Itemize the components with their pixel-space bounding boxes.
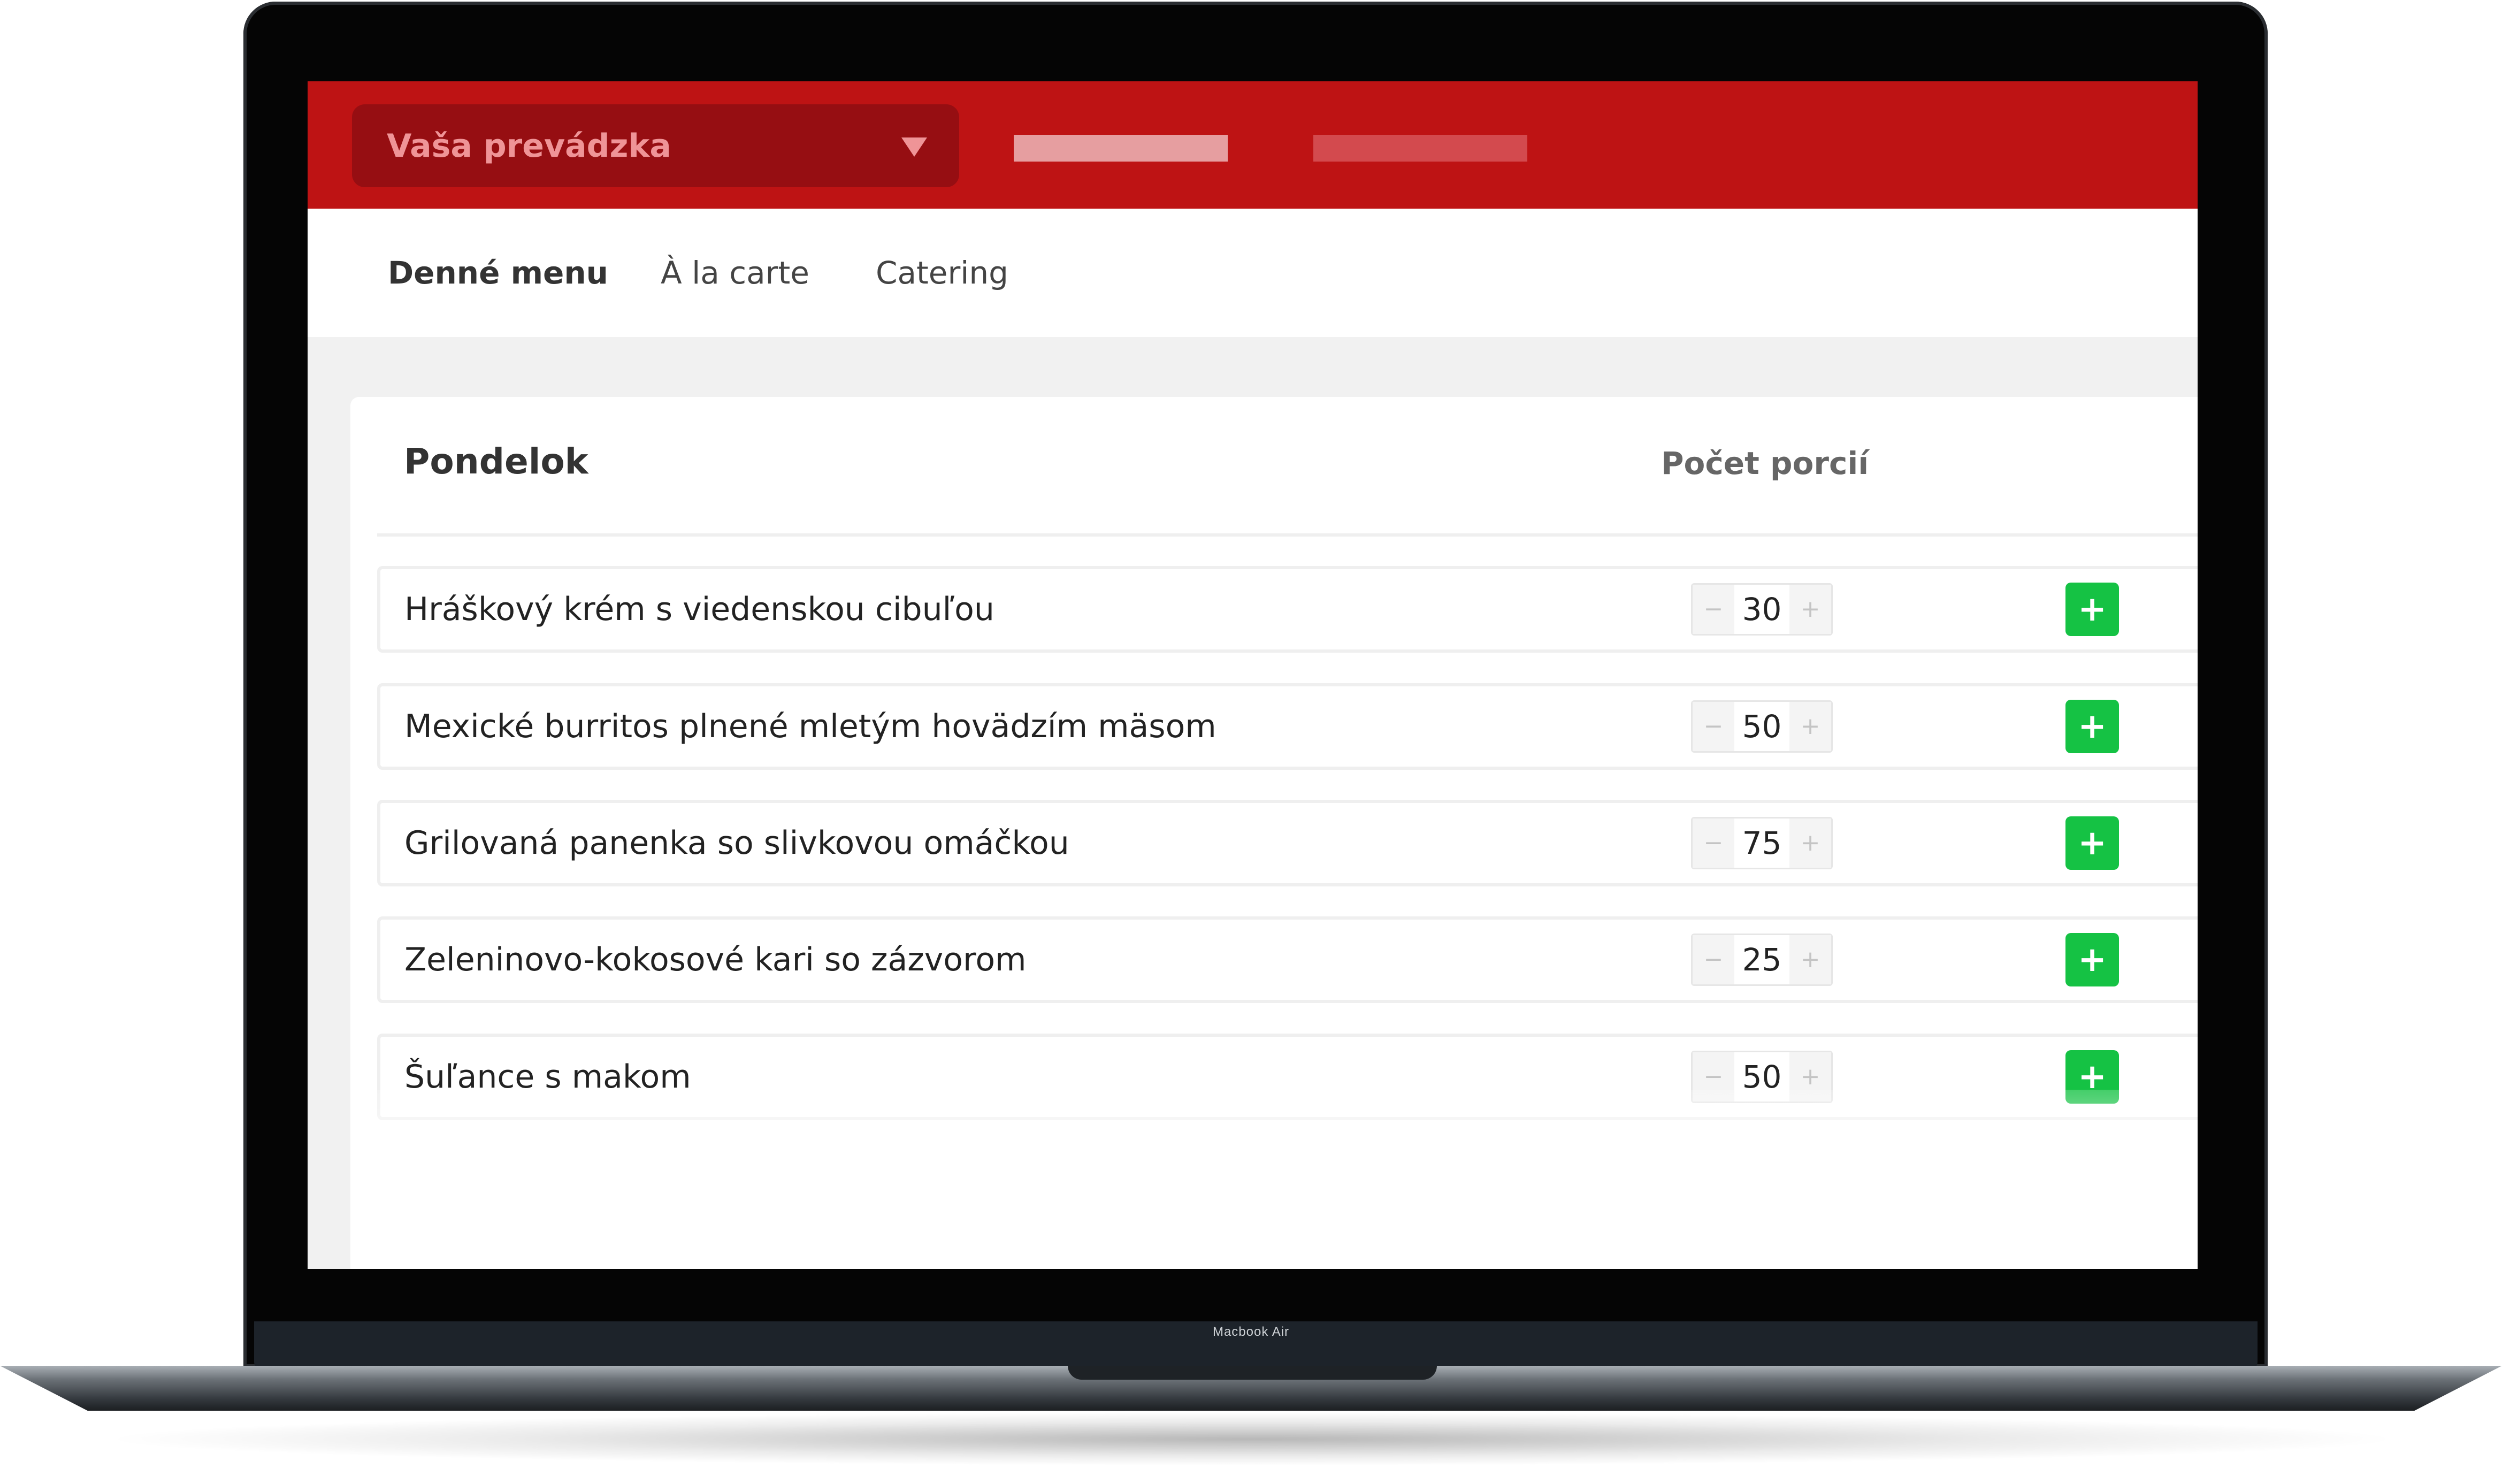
nav-placeholder-2[interactable] [1313,135,1527,162]
menu-item-row: Šuľance s makom − 50 + + [377,1034,2198,1120]
add-item-button[interactable]: + [2065,933,2119,986]
portion-count[interactable]: 50 [1734,1052,1789,1101]
venue-select[interactable]: Vaša prevádzka [352,104,959,187]
menu-item-name: Zeleninovo-kokosové kari so zázvorom [404,941,1027,978]
menu-item-row: Mexické burritos plnené mletým hovädzím … [377,683,2198,770]
app-screen: Vaša prevádzka Denné menu À la carte Cat… [308,81,2198,1269]
portion-count[interactable]: 30 [1734,585,1789,634]
menu-item-row: Zeleninovo-kokosové kari so zázvorom − 2… [377,916,2198,1003]
decrement-button[interactable]: − [1693,702,1734,751]
decrement-button[interactable]: − [1693,819,1734,868]
laptop-brand-label: Macbook Air [1212,1325,1290,1339]
increment-button[interactable]: + [1789,585,1831,634]
laptop-shadow [96,1412,2407,1466]
decrement-button[interactable]: − [1693,585,1734,634]
portion-stepper: − 50 + [1691,1051,1833,1103]
add-item-button[interactable]: + [2065,583,2119,636]
caret-down-icon [901,137,927,157]
increment-button[interactable]: + [1789,1052,1831,1101]
menu-item-name: Hráškový krém s viedenskou cibuľou [404,591,994,628]
top-bar: Vaša prevádzka [308,81,2198,209]
decrement-button[interactable]: − [1693,935,1734,984]
menu-item-name: Šuľance s makom [404,1058,691,1096]
portion-stepper: − 75 + [1691,817,1833,869]
increment-button[interactable]: + [1789,819,1831,868]
day-title: Pondelok [404,441,588,482]
plus-icon: + [2078,1057,2107,1097]
portions-column-header: Počet porcií [1661,445,1869,481]
menu-card: Pondelok Počet porcií Hráškový krém s vi… [350,397,2198,1269]
portion-count[interactable]: 25 [1734,935,1789,984]
plus-icon: + [2078,823,2107,863]
tab-a-la-carte[interactable]: À la carte [661,209,809,337]
menu-item-name: Mexické burritos plnené mletým hovädzím … [404,708,1216,745]
portion-count[interactable]: 50 [1734,702,1789,751]
decrement-button[interactable]: − [1693,1052,1734,1101]
add-item-button[interactable]: + [2065,700,2119,753]
portion-count[interactable]: 75 [1734,819,1789,868]
tab-bar: Denné menu À la carte Catering [308,209,2198,337]
add-item-button[interactable]: + [2065,816,2119,870]
menu-item-row: Hráškový krém s viedenskou cibuľou − 30 … [377,566,2198,653]
plus-icon: + [2078,590,2107,629]
laptop-notch [1068,1366,1437,1380]
portion-stepper: − 50 + [1691,700,1833,753]
tab-catering[interactable]: Catering [876,209,1008,337]
menu-item-name: Grilovaná panenka so slivkovou omáčkou [404,824,1069,862]
plus-icon: + [2078,707,2107,746]
portion-stepper: − 25 + [1691,934,1833,986]
add-item-button[interactable]: + [2065,1050,2119,1104]
nav-placeholder-1[interactable] [1014,135,1228,162]
increment-button[interactable]: + [1789,935,1831,984]
increment-button[interactable]: + [1789,702,1831,751]
menu-item-row: Grilovaná panenka so slivkovou omáčkou −… [377,800,2198,886]
header-divider [377,533,2198,537]
portion-stepper: − 30 + [1691,583,1833,636]
plus-icon: + [2078,940,2107,980]
tab-denne-menu[interactable]: Denné menu [388,209,608,337]
venue-select-label: Vaša prevádzka [387,127,671,165]
